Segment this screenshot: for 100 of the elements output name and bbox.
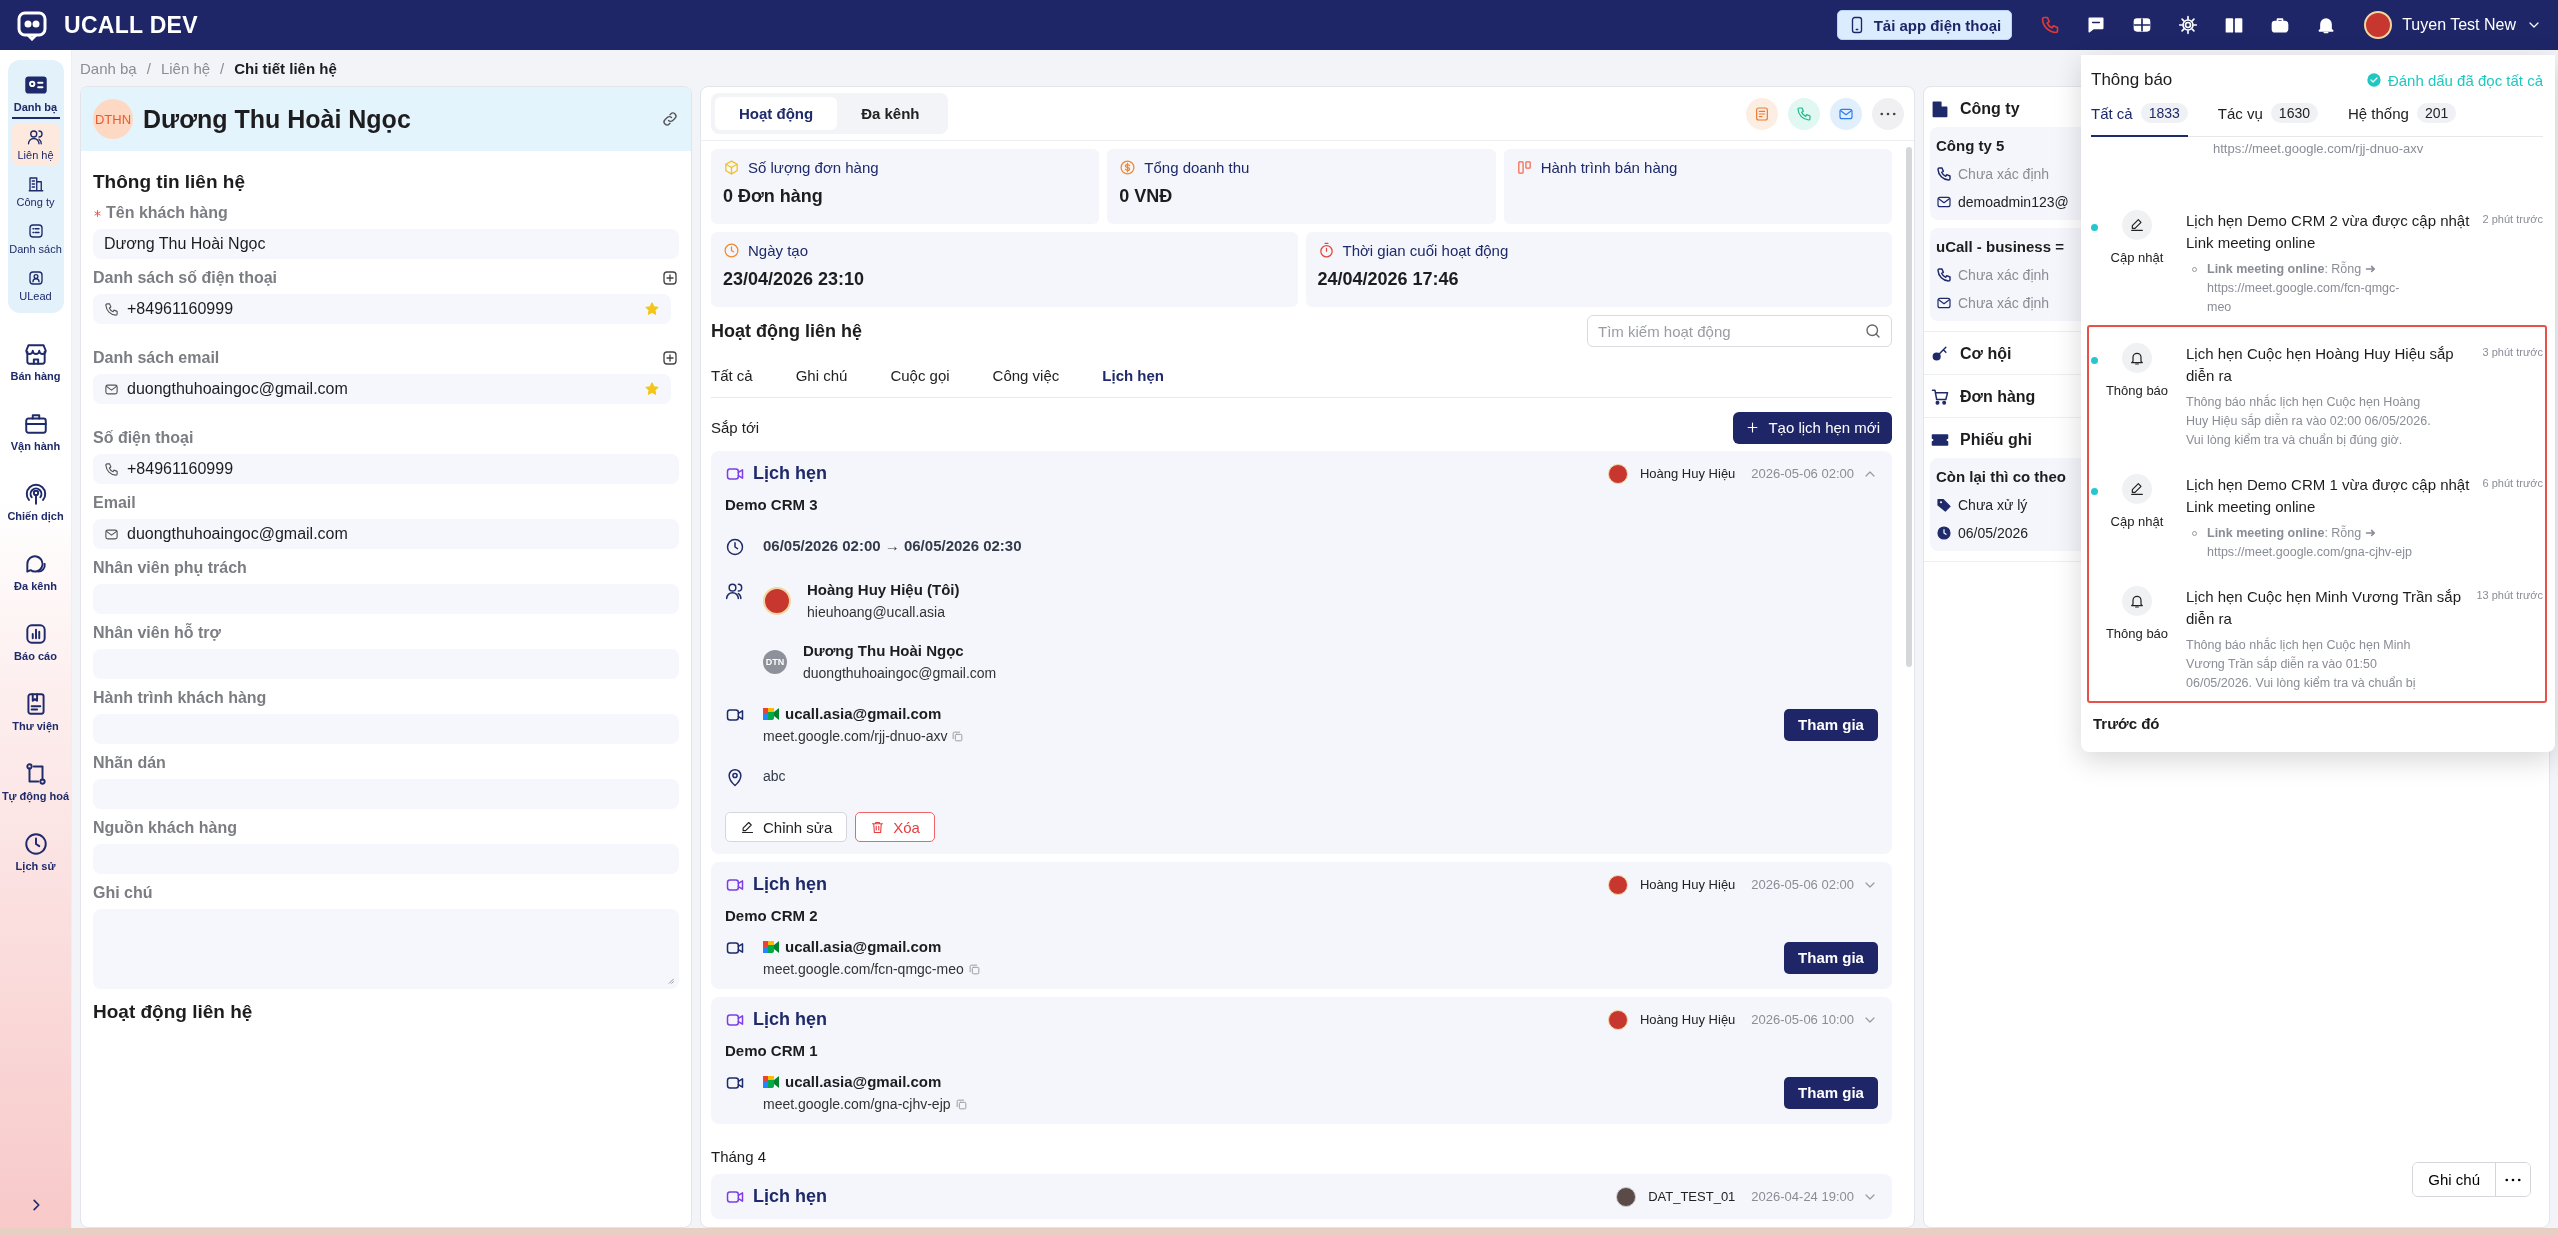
- sidebar-item[interactable]: Chiến dịch: [1, 469, 70, 533]
- edit-button[interactable]: Chỉnh sửa: [725, 812, 848, 842]
- add-icon[interactable]: [661, 349, 679, 367]
- sidebar-item[interactable]: Danh sách: [11, 217, 60, 260]
- meeting-link[interactable]: meet.google.com/gna-cjhv-ejp: [763, 1096, 951, 1112]
- phone-button[interactable]: [1788, 97, 1820, 130]
- pencil-icon: [740, 819, 755, 835]
- input-field[interactable]: duongthuhoaingoc@gmail.com: [93, 519, 679, 549]
- phone-icon[interactable]: [2040, 15, 2061, 35]
- sidebar-item[interactable]: ULead: [11, 264, 60, 307]
- bell-icon: [2122, 343, 2152, 373]
- download-app-button[interactable]: Tải app điện thoại: [1836, 10, 2013, 40]
- key-icon: [1930, 344, 1950, 364]
- input-field[interactable]: Dương Thu Hoài Ngọc: [93, 229, 679, 259]
- copy-icon[interactable]: [951, 729, 965, 743]
- copy-icon[interactable]: [967, 962, 981, 976]
- tab[interactable]: Đa kênh: [837, 97, 944, 130]
- owner-avatar: [1607, 874, 1628, 895]
- join-button[interactable]: Tham gia: [1784, 708, 1878, 741]
- notification-title[interactable]: Lịch hẹn Demo CRM 2 vừa được cập nhật Link meeting online: [2186, 210, 2475, 254]
- stat-label: Thời gian cuối hoạt động: [1342, 242, 1509, 259]
- camera-logo-icon: [763, 706, 779, 721]
- phone-icon: [1936, 267, 1952, 283]
- user-menu-button[interactable]: Tuyen Test New: [2364, 11, 2542, 39]
- field-value: +84961160999: [127, 460, 234, 478]
- phone-icon: [104, 461, 119, 477]
- input-field[interactable]: +84961160999: [93, 454, 679, 484]
- phone-icon: [1796, 105, 1812, 122]
- sidebar-item[interactable]: Thư viện: [1, 679, 70, 743]
- section-title: Thông tin liên hệ: [93, 171, 246, 193]
- note-button[interactable]: [1746, 97, 1778, 130]
- add-icon[interactable]: [661, 269, 679, 287]
- sidebar-item[interactable]: Danh bạ: [11, 66, 60, 119]
- record-detail: 06/05/2026: [1958, 525, 2029, 541]
- tab[interactable]: Tất cả 1833: [2091, 101, 2188, 137]
- filter-tab[interactable]: Lịch hẹn: [1102, 361, 1164, 397]
- filter-tab[interactable]: Cuộc gọi: [890, 361, 950, 397]
- copy-icon[interactable]: [954, 1097, 968, 1111]
- sidebar-item[interactable]: Vận hành: [1, 399, 70, 463]
- owner-avatar: [1616, 1186, 1637, 1207]
- grid-icon[interactable]: [2132, 15, 2153, 35]
- briefcase-icon[interactable]: [2270, 15, 2291, 35]
- owner-name: Hoàng Huy Hiệu: [1639, 466, 1736, 481]
- notification-title[interactable]: Lịch hẹn Cuộc hẹn Hoàng Huy Hiệu sắp diễn ra: [2186, 343, 2475, 387]
- filter-tab[interactable]: Công việc: [992, 361, 1060, 397]
- record-detail: Chưa xác định: [1958, 267, 2050, 283]
- search-field[interactable]: Tìm kiếm hoạt động: [1587, 315, 1892, 347]
- sidebar-item[interactable]: Đa kênh: [1, 539, 70, 603]
- building-icon: [26, 175, 45, 193]
- people-icon: [725, 581, 745, 601]
- join-button[interactable]: Tham gia: [1784, 941, 1878, 974]
- note-icon: [1754, 105, 1770, 122]
- meeting-link[interactable]: meet.google.com/rjj-dnuo-axv: [763, 728, 948, 744]
- field-label: Danh sách số điện thoại: [93, 269, 279, 287]
- book-icon[interactable]: [2224, 15, 2245, 35]
- breadcrumb-separator: /: [220, 59, 225, 77]
- sidebar-item[interactable]: Lịch sử: [1, 819, 70, 883]
- notification-time: 3 phút trước: [2482, 345, 2543, 360]
- coin-icon: [1119, 159, 1137, 176]
- delete-button[interactable]: Xóa: [855, 812, 935, 842]
- appointment-type: Lịch hẹn: [753, 463, 828, 484]
- sidebar-item[interactable]: Tự động hoá: [1, 749, 70, 813]
- tab[interactable]: Hệ thống 201: [2348, 101, 2457, 137]
- star-icon[interactable]: [644, 381, 660, 397]
- stat-value: 24/04/2026 17:46: [1317, 269, 1460, 290]
- notification-title[interactable]: Lịch hẹn Cuộc hẹn Minh Vương Trần sắp diễn ra: [2186, 586, 2469, 630]
- sidebar-item[interactable]: Bán hàng: [1, 329, 70, 393]
- more-button[interactable]: [1872, 97, 1904, 130]
- count-badge: 1833: [2140, 103, 2188, 123]
- appointment-type: Lịch hẹn: [753, 1009, 828, 1030]
- owner-avatar: [1607, 463, 1628, 484]
- join-button[interactable]: Tham gia: [1784, 1076, 1878, 1109]
- logo-icon[interactable]: [16, 9, 48, 41]
- settings-icon[interactable]: [2178, 15, 2199, 35]
- filter-tab[interactable]: Tất cả: [711, 361, 753, 397]
- sidebar-item[interactable]: Liên hệ: [11, 123, 60, 166]
- scrollbar[interactable]: [1906, 147, 1912, 667]
- link-icon[interactable]: [661, 110, 679, 128]
- app-title: UCALL DEV: [64, 11, 198, 39]
- appointment-title: Demo CRM 2: [725, 907, 819, 924]
- tab[interactable]: Tác vụ 1630: [2217, 101, 2318, 137]
- attendee-name: Hoàng Huy Hiệu (Tôi): [807, 581, 960, 598]
- more-button[interactable]: [2495, 1163, 2530, 1196]
- mail-button[interactable]: [1830, 97, 1862, 130]
- popup-title: Thông báo: [2091, 70, 2173, 90]
- create-appointment-button[interactable]: Tạo lịch hẹn mới: [1733, 411, 1892, 444]
- attendee-email: duongthuhoaingoc@gmail.com: [803, 665, 997, 681]
- sidebar-item[interactable]: Công ty: [11, 170, 60, 213]
- tab[interactable]: Hoạt động: [715, 97, 838, 130]
- chat-icon[interactable]: [2086, 15, 2107, 35]
- mail-icon: [104, 381, 119, 397]
- clock-icon: [22, 830, 49, 857]
- sidebar-item[interactable]: Báo cáo: [1, 609, 70, 673]
- filter-tab[interactable]: Ghi chú: [795, 361, 848, 397]
- meeting-account: ucall.asia@gmail.com: [785, 705, 942, 722]
- meeting-link[interactable]: meet.google.com/fcn-qmgc-meo: [763, 961, 964, 977]
- notification-title[interactable]: Lịch hẹn Demo CRM 1 vừa được cập nhật Link meeting online: [2186, 474, 2475, 518]
- stat-label: Hành trình bán hàng: [1540, 159, 1678, 176]
- star-icon[interactable]: [644, 301, 660, 317]
- contact-avatar: DTHN: [93, 99, 133, 139]
